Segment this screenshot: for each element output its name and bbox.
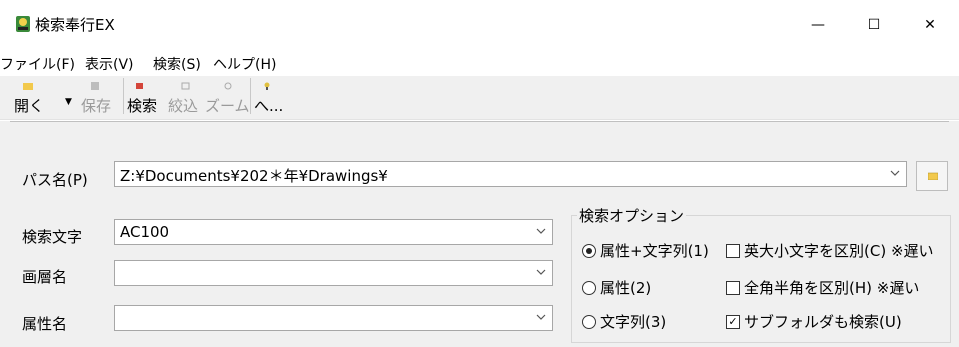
radio-text[interactable]: 文字列(3) <box>582 311 666 332</box>
maximize-button[interactable]: ☐ <box>846 0 902 50</box>
chevron-down-icon[interactable] <box>536 312 546 322</box>
help-icon <box>264 82 270 90</box>
search-options-title: 検索オプション <box>577 205 687 226</box>
menu-help[interactable]: ヘルプ(H) <box>213 54 276 74</box>
path-input[interactable]: Z:¥Documents¥202＊年¥Drawings¥ <box>114 161 907 187</box>
checkbox-unchecked-icon <box>726 243 740 258</box>
zoom-icon <box>224 82 232 90</box>
check-width-sensitive[interactable]: 全角半角を区別(H) ※遅い <box>726 277 919 298</box>
radio-attribute-and-text[interactable]: 属性+文字列(1) <box>582 240 709 261</box>
radio-unselected-icon <box>582 314 596 329</box>
menu-bar: ファイル(F) 表示(V) 検索(S) ヘルプ(H) <box>0 50 959 76</box>
check-include-subfolders[interactable]: ✓ サブフォルダも検索(U) <box>726 311 902 332</box>
search-button[interactable]: 検索 <box>127 78 165 118</box>
maximize-icon: ☐ <box>867 17 881 33</box>
check-case-sensitive[interactable]: 英大小文字を区別(C) ※遅い <box>726 240 934 261</box>
folder-icon <box>928 172 938 180</box>
toolbar-separator <box>250 78 251 114</box>
title-bar: 検索奉行EX — ☐ ✕ <box>0 0 959 50</box>
attribute-name-input[interactable] <box>114 305 553 331</box>
toolbar: 開く ▼ 保存 検索 絞込 ズーム へ... <box>0 76 959 120</box>
filter-button[interactable]: 絞込 <box>168 78 206 118</box>
checkbox-unchecked-icon <box>726 280 740 295</box>
open-button[interactable]: 開く <box>14 78 56 118</box>
zoom-button[interactable]: ズーム <box>205 78 250 118</box>
chevron-down-icon[interactable] <box>890 168 900 178</box>
menu-file[interactable]: ファイル(F) <box>0 54 75 74</box>
search-text-label: 検索文字 <box>22 228 83 246</box>
close-icon: ✕ <box>924 17 936 33</box>
layer-name-input[interactable] <box>114 260 553 286</box>
panel-divider <box>10 121 949 122</box>
search-text-input[interactable]: AC100 <box>114 219 553 245</box>
folder-open-icon <box>23 83 33 90</box>
close-button[interactable]: ✕ <box>902 0 958 50</box>
checkbox-checked-icon: ✓ <box>726 314 740 329</box>
menu-view[interactable]: 表示(V) <box>85 54 134 74</box>
help-button[interactable]: へ... <box>254 78 286 118</box>
search-icon <box>136 83 143 89</box>
minimize-icon: — <box>811 17 825 33</box>
window-title: 検索奉行EX <box>35 16 115 34</box>
save-button[interactable]: 保存 <box>81 78 123 118</box>
radio-unselected-icon <box>582 280 596 295</box>
toolbar-separator <box>123 78 124 114</box>
chevron-down-icon[interactable] <box>536 226 546 236</box>
app-icon <box>16 16 30 32</box>
menu-search[interactable]: 検索(S) <box>153 54 201 74</box>
browse-folder-button[interactable] <box>916 161 948 191</box>
radio-attribute[interactable]: 属性(2) <box>582 277 651 298</box>
radio-selected-icon <box>582 243 596 258</box>
filter-icon <box>181 82 190 90</box>
save-icon <box>91 82 99 90</box>
path-label: パス名(P) <box>22 171 88 189</box>
layer-name-label: 画層名 <box>22 268 68 286</box>
chevron-down-icon[interactable] <box>536 267 546 277</box>
open-dropdown-icon[interactable]: ▼ <box>65 97 72 107</box>
attribute-name-label: 属性名 <box>22 315 68 333</box>
minimize-button[interactable]: — <box>790 0 846 50</box>
